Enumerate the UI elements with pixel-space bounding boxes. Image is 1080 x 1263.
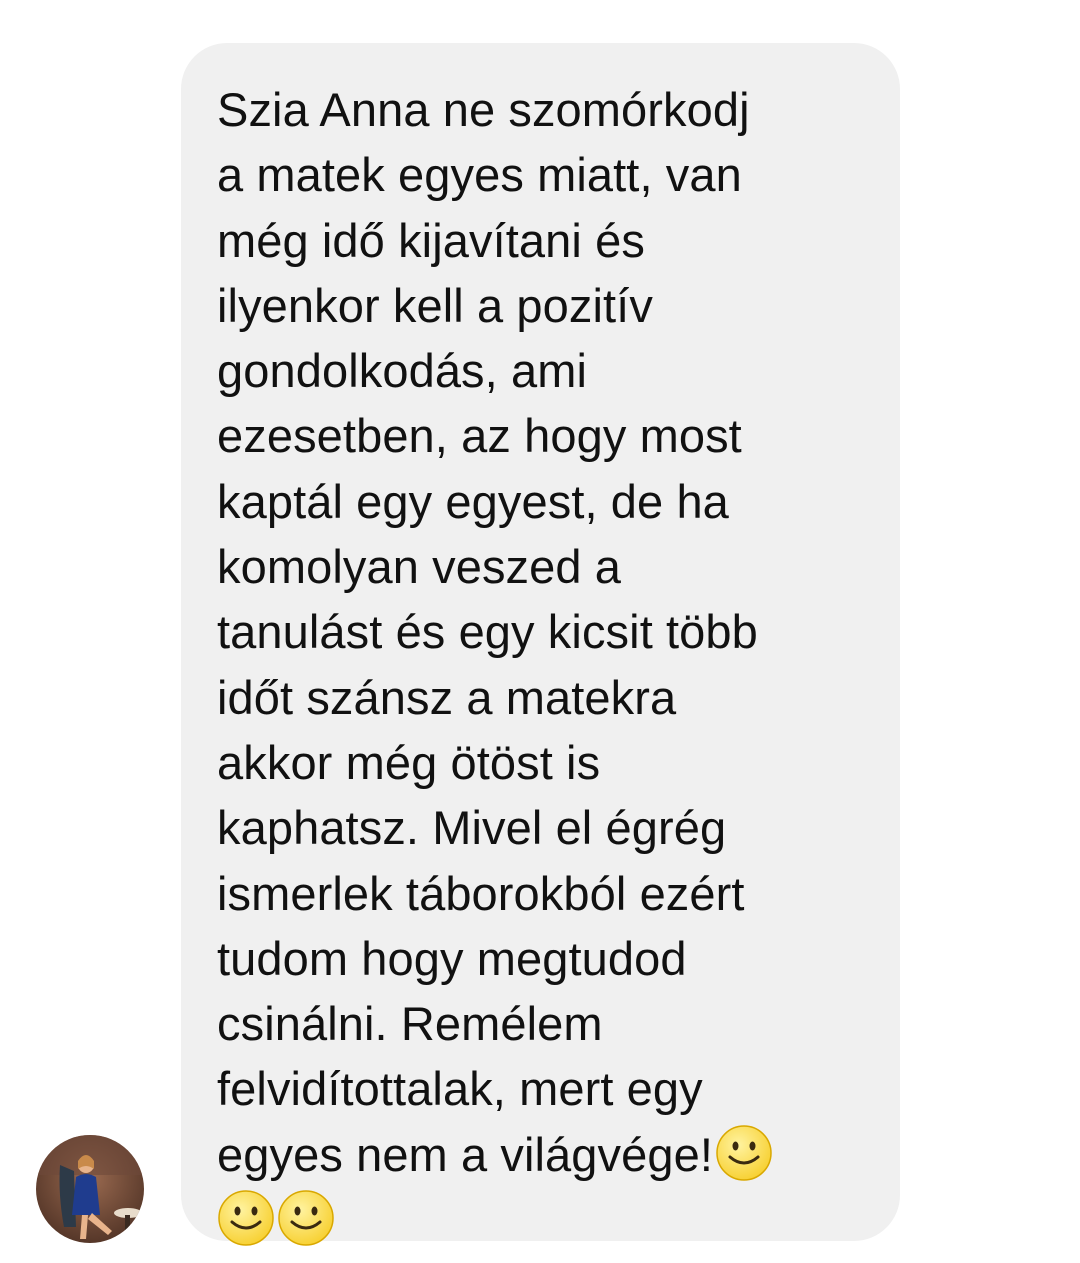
message-line: ismerlek táborokból ezért (217, 866, 745, 920)
message-line: kaptál egy egyest, de ha (217, 474, 729, 528)
slightly-smiling-face-icon (715, 1124, 773, 1182)
message-line: a matek egyes miatt, van (217, 148, 742, 202)
message-line: ezesetben, az hogy most (217, 409, 742, 463)
avatar[interactable] (36, 1135, 144, 1243)
message-line: tudom hogy megtudod (217, 931, 687, 985)
message-line: felvidítottalak, mert egy (217, 1062, 703, 1116)
message-line-last: egyes nem a világvége! (217, 1122, 880, 1187)
message-line: gondolkodás, ami (217, 344, 588, 398)
message-line: kaphatsz. Mivel el égrég (217, 801, 727, 855)
message-line: Szia Anna ne szomórkodj (217, 83, 750, 136)
message-line: tanulást és egy kicsit több (217, 605, 758, 659)
message-line: időt szánsz a matekra (217, 670, 677, 724)
message-bubble[interactable]: Szia Anna ne szomórkodj a matek egyes mi… (181, 43, 900, 1246)
message-line: ilyenkor kell a pozitív (217, 278, 653, 332)
slightly-smiling-face-icon (217, 1189, 275, 1247)
message-line: komolyan veszed a (217, 540, 622, 594)
emoji-row (217, 1187, 880, 1252)
message-text: egyes nem a világvége! (217, 1127, 713, 1181)
message-line: csinálni. Remélem (217, 997, 603, 1051)
message-line: még idő kijavítani és (217, 213, 645, 267)
slightly-smiling-face-icon (277, 1189, 335, 1247)
message-line: akkor még ötöst is (217, 735, 601, 789)
